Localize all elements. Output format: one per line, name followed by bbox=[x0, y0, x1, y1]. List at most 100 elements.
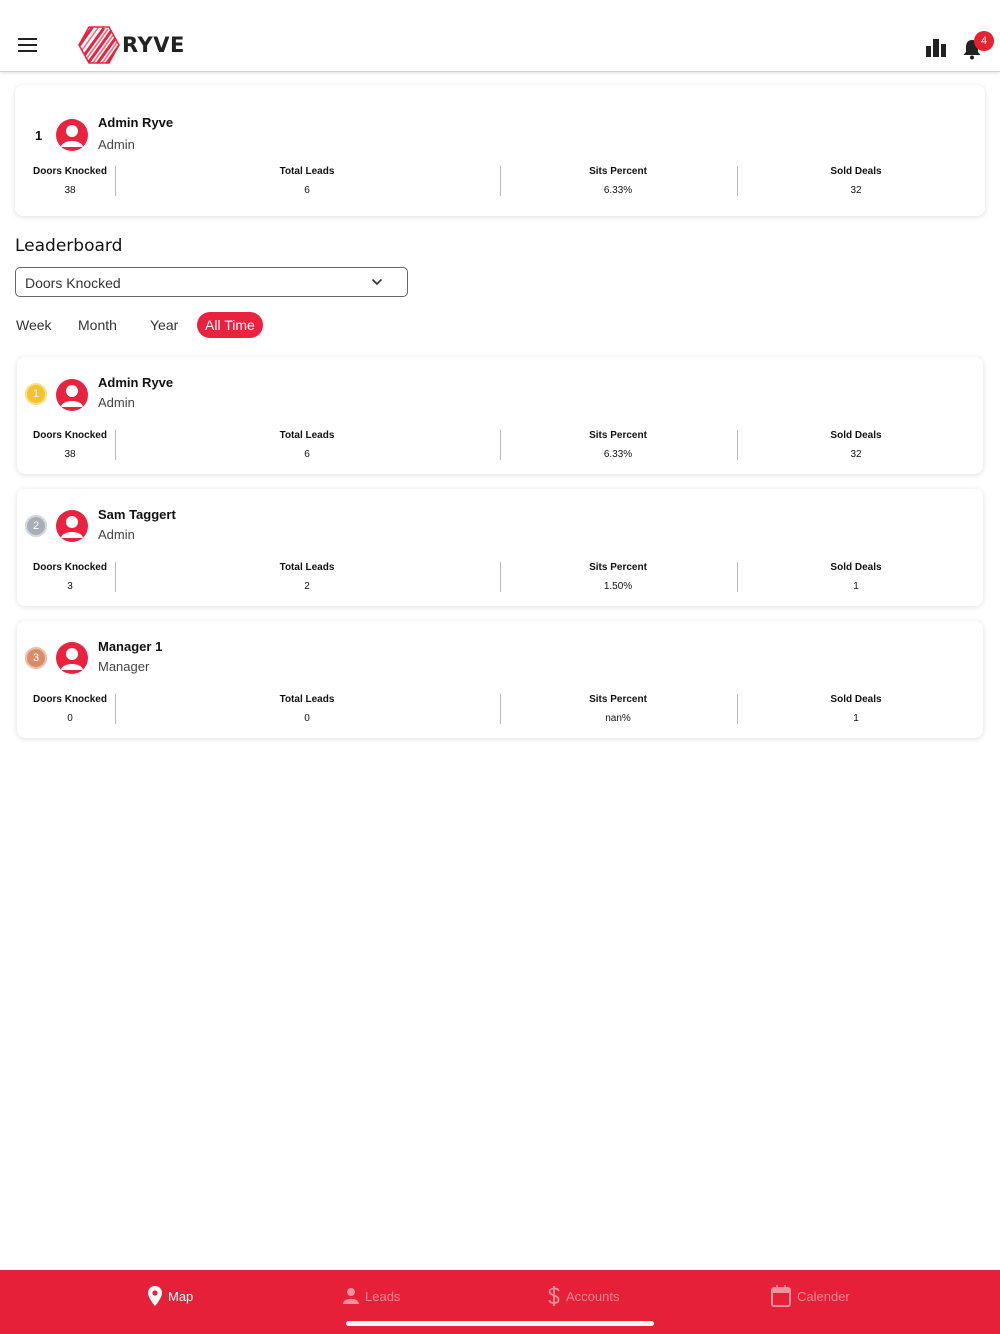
user-avatar-icon bbox=[61, 125, 83, 147]
map-pin-icon bbox=[148, 1286, 162, 1306]
user-role: Admin bbox=[98, 527, 135, 542]
calendar-icon bbox=[771, 1285, 791, 1307]
top-app-bar: RYVE 4 bbox=[0, 0, 1000, 72]
stat-label: Doors Knocked bbox=[33, 562, 107, 573]
user-role: Admin bbox=[98, 395, 135, 410]
metric-dropdown[interactable]: Doors Knocked bbox=[15, 267, 408, 297]
rank-number: 1 bbox=[32, 388, 40, 400]
hamburger-menu-icon[interactable] bbox=[18, 38, 38, 54]
divider bbox=[500, 562, 501, 592]
tab-month[interactable]: Month bbox=[78, 312, 117, 338]
stat-value: 0 bbox=[67, 713, 73, 724]
leaderboard-screen: RYVE 4 1 Admin Ryve Admin Doors Knocked … bbox=[0, 0, 1000, 1334]
nav-label: Calender bbox=[797, 1288, 850, 1304]
bar-chart-icon[interactable] bbox=[925, 38, 947, 58]
divider bbox=[737, 430, 738, 460]
stat-value: 32 bbox=[850, 449, 862, 460]
doors-knocked-stat: Doors Knocked 0 bbox=[25, 694, 115, 724]
sold-deals-stat: Sold Deals 32 bbox=[806, 430, 906, 460]
avatar bbox=[56, 379, 88, 411]
stat-label: Sits Percent bbox=[589, 166, 647, 177]
my-rank: 1 bbox=[35, 128, 43, 143]
nav-leads[interactable]: Leads bbox=[343, 1284, 400, 1308]
stat-value: 1 bbox=[853, 713, 859, 724]
stat-value: 2 bbox=[304, 581, 310, 592]
total-leads-stat: Total Leads 6 bbox=[257, 166, 357, 196]
total-leads-stat: Total Leads 0 bbox=[257, 694, 357, 724]
leaderboard-entry[interactable]: 1 Admin Ryve Admin Doors Knocked 38 Tota… bbox=[17, 357, 983, 474]
divider bbox=[500, 694, 501, 724]
stat-value: 1.50% bbox=[603, 581, 633, 592]
divider bbox=[115, 430, 116, 460]
divider bbox=[737, 694, 738, 724]
stat-value: 6.33% bbox=[603, 449, 633, 460]
user-avatar-icon bbox=[61, 516, 83, 538]
stat-label: Sold Deals bbox=[830, 562, 882, 573]
stat-label: Sold Deals bbox=[830, 430, 882, 441]
metric-selected-value: Doors Knocked bbox=[25, 275, 121, 291]
avatar bbox=[56, 510, 88, 542]
total-leads-stat: Total Leads 6 bbox=[257, 430, 357, 460]
sold-deals-stat: Sold Deals 1 bbox=[806, 694, 906, 724]
divider bbox=[500, 166, 501, 196]
total-leads-stat: Total Leads 2 bbox=[257, 562, 357, 592]
tab-all-time[interactable]: All Time bbox=[197, 312, 263, 338]
tab-week[interactable]: Week bbox=[16, 312, 52, 338]
chevron-down-icon bbox=[371, 278, 383, 286]
stat-value: 6 bbox=[304, 185, 310, 196]
sits-percent-stat: Sits Percent 6.33% bbox=[568, 166, 668, 196]
stat-value: 1 bbox=[853, 581, 859, 592]
user-name: Admin Ryve bbox=[98, 375, 174, 390]
doors-knocked-stat: Doors Knocked 38 bbox=[25, 430, 115, 460]
user-name: Manager 1 bbox=[98, 639, 163, 654]
rank-number: 2 bbox=[32, 520, 40, 532]
logo: RYVE bbox=[78, 26, 185, 64]
user-name: Sam Taggert bbox=[98, 507, 176, 522]
stat-value: 38 bbox=[64, 449, 76, 460]
sits-percent-stat: Sits Percent 1.50% bbox=[568, 562, 668, 592]
divider bbox=[737, 562, 738, 592]
my-stats-card: 1 Admin Ryve Admin Doors Knocked 38 Tota… bbox=[15, 85, 985, 216]
divider bbox=[500, 430, 501, 460]
stat-value: 38 bbox=[64, 185, 76, 196]
leaderboard-entry[interactable]: 3 Manager 1 Manager Doors Knocked 0 Tota… bbox=[17, 621, 983, 738]
home-indicator[interactable] bbox=[346, 1321, 654, 1326]
leaderboard-title: Leaderboard bbox=[15, 236, 123, 256]
nav-label: Accounts bbox=[566, 1288, 620, 1304]
notification-count-badge: 4 bbox=[974, 31, 994, 51]
sits-percent-stat: Sits Percent 6.33% bbox=[568, 430, 668, 460]
stat-label: Sold Deals bbox=[830, 694, 882, 705]
user-role: Admin bbox=[98, 137, 135, 152]
stat-label: Sold Deals bbox=[830, 166, 882, 177]
stat-value: nan% bbox=[605, 713, 631, 724]
sits-percent-stat: Sits Percent nan% bbox=[568, 694, 668, 724]
person-icon bbox=[343, 1288, 359, 1304]
stat-label: Total Leads bbox=[279, 166, 335, 177]
bronze-medal-icon: 3 bbox=[25, 647, 47, 669]
stat-label: Doors Knocked bbox=[33, 166, 107, 177]
user-avatar-icon bbox=[61, 385, 83, 407]
rank-number: 3 bbox=[32, 652, 40, 664]
logo-text: RYVE bbox=[122, 33, 185, 57]
tab-year[interactable]: Year bbox=[150, 312, 178, 338]
user-avatar-icon bbox=[61, 648, 83, 670]
divider bbox=[115, 166, 116, 196]
nav-map[interactable]: Map bbox=[148, 1284, 193, 1308]
stat-label: Total Leads bbox=[279, 562, 335, 573]
user-role: Manager bbox=[98, 659, 150, 674]
divider bbox=[115, 694, 116, 724]
gold-medal-icon: 1 bbox=[25, 383, 47, 405]
stat-label: Doors Knocked bbox=[33, 430, 107, 441]
leaderboard-entry[interactable]: 2 Sam Taggert Admin Doors Knocked 3 Tota… bbox=[17, 489, 983, 606]
user-name: Admin Ryve bbox=[98, 115, 174, 130]
doors-knocked-stat: Doors Knocked 38 bbox=[25, 166, 115, 196]
sold-deals-stat: Sold Deals 32 bbox=[806, 166, 906, 196]
dollar-icon bbox=[548, 1286, 560, 1306]
divider bbox=[737, 166, 738, 196]
stat-value: 6.33% bbox=[603, 185, 633, 196]
stat-label: Sits Percent bbox=[589, 562, 647, 573]
doors-knocked-stat: Doors Knocked 3 bbox=[25, 562, 115, 592]
nav-calender[interactable]: Calender bbox=[771, 1284, 850, 1308]
nav-accounts[interactable]: Accounts bbox=[548, 1284, 619, 1308]
sold-deals-stat: Sold Deals 1 bbox=[806, 562, 906, 592]
